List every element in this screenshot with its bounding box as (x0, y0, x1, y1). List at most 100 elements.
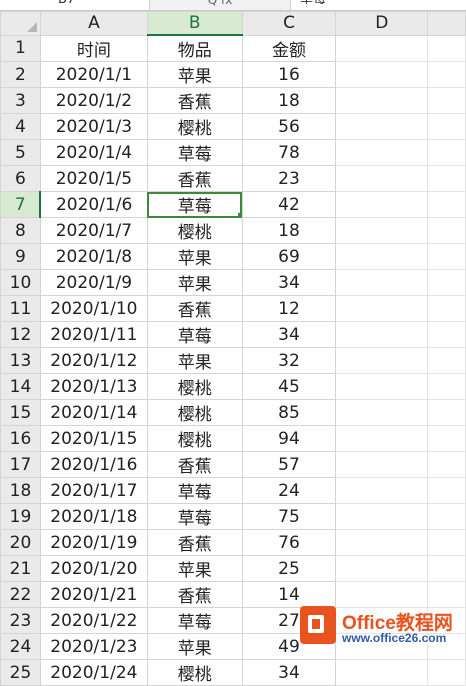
empty-cell[interactable] (427, 399, 466, 426)
empty-cell[interactable] (335, 139, 429, 166)
cell[interactable]: 25 (241, 555, 337, 582)
empty-cell[interactable] (335, 295, 429, 322)
cell[interactable]: 24 (241, 477, 337, 504)
empty-cell[interactable] (427, 217, 466, 244)
cell[interactable]: 76 (241, 529, 337, 556)
empty-cell[interactable] (335, 503, 429, 530)
cell[interactable]: 苹果 (146, 269, 243, 296)
empty-cell[interactable] (335, 61, 429, 88)
empty-cell[interactable] (427, 555, 466, 582)
cell[interactable]: 苹果 (146, 347, 243, 374)
row-header[interactable]: 17 (0, 451, 41, 478)
row-header[interactable]: 10 (0, 269, 41, 296)
cell[interactable]: 草莓 (146, 607, 243, 634)
cell[interactable]: 樱桃 (146, 399, 243, 426)
cell[interactable]: 2020/1/13 (39, 373, 148, 400)
cell[interactable]: 18 (241, 87, 337, 114)
cell[interactable]: 69 (241, 243, 337, 270)
cell[interactable]: 2020/1/6 (39, 191, 148, 218)
cell[interactable]: 苹果 (146, 243, 243, 270)
cell[interactable]: 樱桃 (146, 373, 243, 400)
empty-cell[interactable] (335, 165, 429, 192)
cell[interactable]: 85 (241, 399, 337, 426)
cell[interactable]: 2020/1/1 (39, 61, 148, 88)
cell[interactable]: 2020/1/15 (39, 425, 148, 452)
row-header[interactable]: 21 (0, 555, 41, 582)
row-header[interactable]: 11 (0, 295, 41, 322)
cell[interactable]: 2020/1/24 (39, 659, 148, 686)
cell[interactable]: 45 (241, 373, 337, 400)
row-header[interactable]: 4 (0, 113, 41, 140)
cell[interactable]: 香蕉 (146, 165, 243, 192)
cell[interactable]: 2020/1/11 (39, 321, 148, 348)
empty-cell[interactable] (427, 659, 466, 686)
cell[interactable]: 42 (241, 191, 337, 218)
cell[interactable]: 2020/1/17 (39, 477, 148, 504)
cell[interactable]: 34 (241, 269, 337, 296)
cell[interactable]: 18 (241, 217, 337, 244)
row-header[interactable]: 23 (0, 607, 41, 634)
row-header[interactable]: 7 (0, 191, 42, 218)
row-header[interactable]: 3 (0, 87, 41, 114)
cell[interactable]: 75 (241, 503, 337, 530)
cell[interactable]: 2020/1/22 (39, 607, 148, 634)
cell[interactable]: 2020/1/8 (39, 243, 148, 270)
empty-cell[interactable] (335, 243, 429, 270)
cell[interactable]: 草莓 (146, 477, 243, 504)
cell[interactable]: 2020/1/4 (39, 139, 148, 166)
cell[interactable]: 时间 (39, 34, 148, 62)
name-box[interactable]: B7 (0, 0, 150, 10)
empty-cell[interactable] (427, 425, 466, 452)
empty-cell[interactable] (427, 191, 466, 218)
empty-cell[interactable] (335, 451, 429, 478)
cell[interactable]: 32 (241, 347, 337, 374)
empty-cell[interactable] (427, 113, 466, 140)
row-header[interactable]: 14 (0, 373, 41, 400)
cell[interactable]: 香蕉 (146, 529, 243, 556)
cell[interactable]: 12 (241, 295, 337, 322)
row-header[interactable]: 22 (0, 581, 41, 608)
empty-cell[interactable] (335, 529, 429, 556)
row-header[interactable]: 1 (0, 34, 41, 62)
empty-cell[interactable] (335, 425, 429, 452)
cell[interactable]: 樱桃 (146, 217, 243, 244)
empty-cell[interactable] (427, 139, 466, 166)
row-header[interactable]: 8 (0, 217, 41, 244)
cell[interactable]: 2020/1/10 (39, 295, 148, 322)
cell[interactable]: 草莓 (146, 139, 243, 166)
empty-cell[interactable] (427, 347, 466, 374)
cell[interactable]: 樱桃 (146, 425, 243, 452)
empty-cell[interactable] (427, 295, 466, 322)
empty-cell[interactable] (427, 503, 466, 530)
cell[interactable]: 2020/1/20 (39, 555, 148, 582)
column-header-c[interactable]: C (241, 11, 337, 36)
cell[interactable]: 香蕉 (146, 295, 243, 322)
empty-cell[interactable] (335, 321, 429, 348)
row-header[interactable]: 13 (0, 347, 41, 374)
empty-cell[interactable] (335, 191, 429, 218)
empty-cell[interactable] (335, 659, 429, 686)
cell[interactable]: 78 (241, 139, 337, 166)
row-header[interactable]: 19 (0, 503, 41, 530)
cell[interactable]: 金额 (241, 34, 337, 62)
fx-icon[interactable]: Q fx (150, 0, 291, 10)
row-header[interactable]: 20 (0, 529, 41, 556)
cell[interactable]: 94 (241, 425, 337, 452)
cell[interactable]: 56 (241, 113, 337, 140)
cell[interactable]: 苹果 (146, 61, 243, 88)
row-header[interactable]: 25 (0, 659, 41, 686)
empty-cell[interactable] (335, 373, 429, 400)
row-header[interactable]: 16 (0, 425, 41, 452)
empty-cell[interactable] (335, 269, 429, 296)
cell[interactable]: 23 (241, 165, 337, 192)
empty-cell[interactable] (335, 477, 429, 504)
cell[interactable]: 34 (241, 321, 337, 348)
empty-cell[interactable] (427, 165, 466, 192)
cell[interactable]: 香蕉 (146, 451, 243, 478)
empty-cell[interactable] (335, 399, 429, 426)
cell[interactable]: 2020/1/5 (39, 165, 148, 192)
cell[interactable]: 2020/1/19 (39, 529, 148, 556)
fill-handle[interactable] (237, 213, 242, 217)
empty-cell[interactable] (427, 269, 466, 296)
row-header[interactable]: 12 (0, 321, 41, 348)
